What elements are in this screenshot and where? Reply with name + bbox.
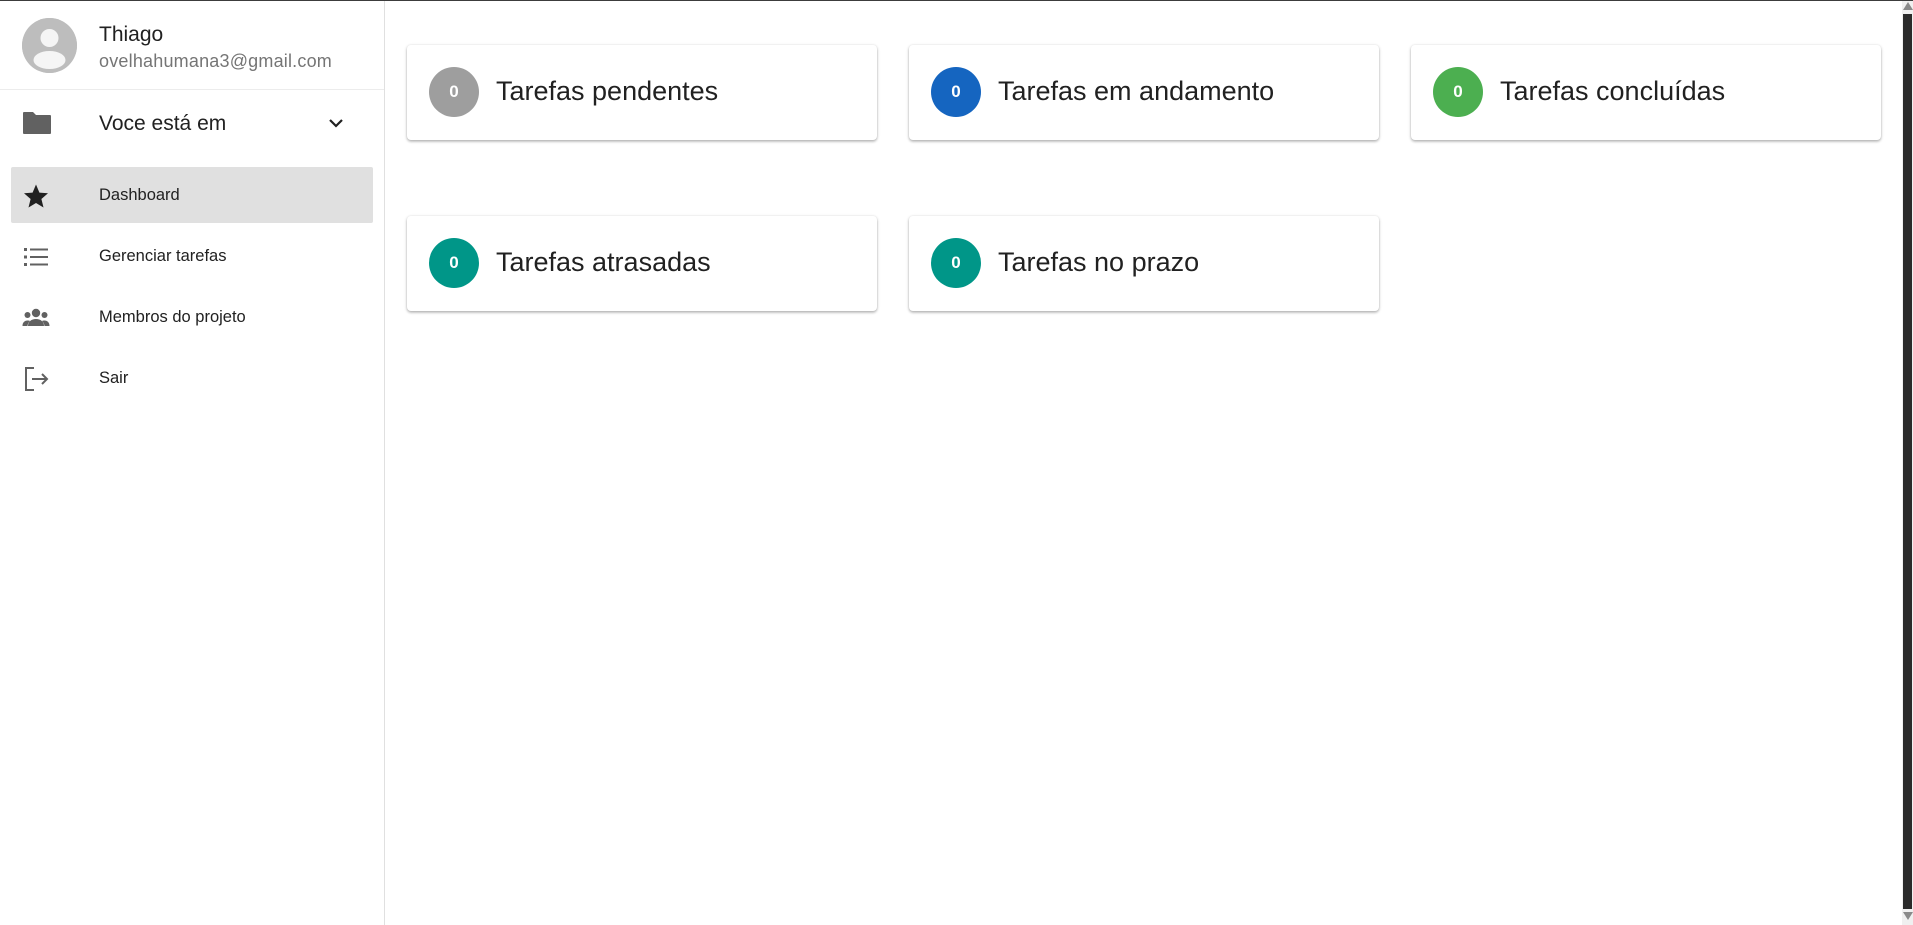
card-tarefas-pendentes[interactable]: 0 Tarefas pendentes — [407, 45, 877, 140]
scrollbar-thumb[interactable] — [1903, 14, 1912, 909]
count-badge: 0 — [931, 238, 981, 288]
sidebar-item-label: Dashboard — [99, 186, 180, 204]
sidebar-item-label: Gerenciar tarefas — [99, 247, 227, 265]
people-icon — [22, 308, 50, 326]
scroll-up-arrow-icon[interactable] — [1903, 2, 1913, 10]
sidebar-nav: Dashboard Gerenciar tarefas Membros do p… — [0, 167, 384, 406]
sidebar-item-membros-do-projeto[interactable]: Membros do projeto — [11, 289, 373, 345]
card-title: Tarefas concluídas — [1500, 76, 1726, 106]
person-icon — [22, 18, 77, 73]
count-badge: 0 — [429, 67, 479, 117]
user-name: Thiago — [99, 23, 164, 46]
card-tarefas-no-prazo[interactable]: 0 Tarefas no prazo — [909, 216, 1379, 311]
card-title: Tarefas atrasadas — [496, 247, 711, 277]
project-selector[interactable]: Voce está em — [0, 90, 384, 158]
card-tarefas-em-andamento[interactable]: 0 Tarefas em andamento — [909, 45, 1379, 140]
star-icon — [24, 184, 48, 208]
project-selector-label: Voce está em — [99, 112, 227, 135]
logout-icon — [25, 367, 49, 391]
user-profile: Thiago ovelhahumana3@gmail.com — [0, 1, 384, 90]
chevron-down-icon[interactable] — [325, 112, 347, 134]
count-badge: 0 — [429, 238, 479, 288]
card-title: Tarefas pendentes — [496, 76, 719, 106]
card-title: Tarefas no prazo — [998, 247, 1200, 277]
scroll-down-arrow-icon[interactable] — [1903, 912, 1913, 920]
count-badge: 0 — [931, 67, 981, 117]
sidebar: Thiago ovelhahumana3@gmail.com Voce está… — [0, 1, 385, 925]
user-email: ovelhahumana3@gmail.com — [99, 51, 332, 71]
card-tarefas-atrasadas[interactable]: 0 Tarefas atrasadas — [407, 216, 877, 311]
folder-icon — [23, 112, 51, 134]
card-tarefas-concluidas[interactable]: 0 Tarefas concluídas — [1411, 45, 1881, 140]
card-title: Tarefas em andamento — [998, 76, 1275, 106]
sidebar-item-dashboard[interactable]: Dashboard — [11, 167, 373, 223]
sidebar-item-sair[interactable]: Sair — [11, 350, 373, 406]
dashboard-main: 0 Tarefas pendentes 0 Tarefas em andamen… — [386, 1, 1902, 925]
list-icon — [24, 248, 48, 266]
sidebar-item-label: Membros do projeto — [99, 308, 246, 326]
count-badge: 0 — [1433, 67, 1483, 117]
sidebar-item-label: Sair — [99, 369, 129, 387]
sidebar-item-gerenciar-tarefas[interactable]: Gerenciar tarefas — [11, 228, 373, 284]
